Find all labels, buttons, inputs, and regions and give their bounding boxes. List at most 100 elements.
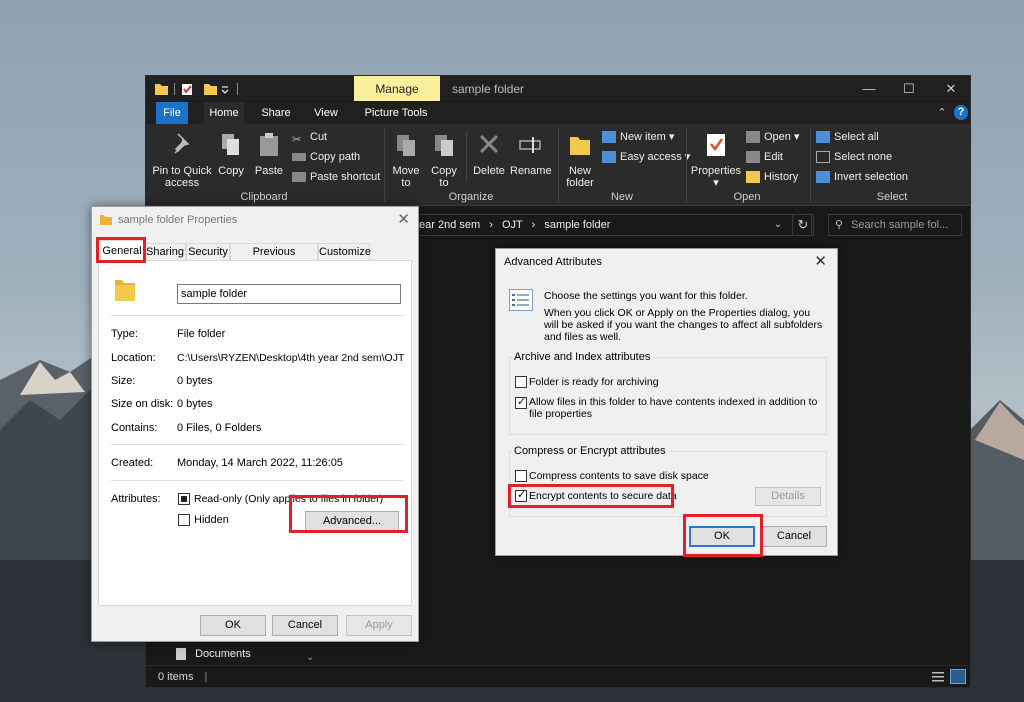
open-button[interactable]: Open ▾ <box>746 128 800 146</box>
new-item-button[interactable]: New item ▾ <box>602 128 674 146</box>
cancel-button[interactable]: Cancel <box>761 526 827 547</box>
ribbon-separator <box>686 128 687 202</box>
folder-icon <box>100 215 112 225</box>
tab-share[interactable]: Share <box>256 102 296 124</box>
new-item-icon <box>602 131 616 144</box>
delete-button[interactable]: Delete <box>472 132 506 177</box>
copy-to-label-1: Copy <box>431 165 457 177</box>
select-none-icon <box>816 151 830 164</box>
search-placeholder: Search sample fol... <box>851 219 949 231</box>
edit-label: Edit <box>764 151 783 163</box>
archiving-checkbox[interactable] <box>515 376 527 388</box>
select-none-button[interactable]: Select none <box>816 148 892 166</box>
paste-label: Paste <box>254 165 284 177</box>
cancel-button[interactable]: Cancel <box>272 615 338 636</box>
ok-button[interactable]: OK <box>200 615 266 636</box>
edit-button[interactable]: Edit <box>746 148 783 166</box>
ribbon-separator <box>558 128 559 202</box>
folder-name-input[interactable]: sample folder <box>177 284 401 304</box>
details-button[interactable]: Details <box>755 487 821 506</box>
easy-access-button[interactable]: Easy access ▾ <box>602 148 690 166</box>
tab-view[interactable]: View <box>306 102 346 124</box>
breadcrumb-ojt[interactable]: OJT <box>502 219 523 231</box>
invert-selection-button[interactable]: Invert selection <box>816 168 908 186</box>
maximize-button[interactable]: ☐ <box>894 78 924 100</box>
history-icon <box>746 171 760 184</box>
rename-button[interactable]: Rename <box>510 132 552 177</box>
paste-shortcut-button[interactable]: Paste shortcut <box>292 168 380 186</box>
new-folder-button[interactable]: New folder <box>562 132 598 189</box>
collapse-ribbon-icon[interactable]: ⌃ <box>936 102 948 124</box>
tab-file[interactable]: File <box>156 102 188 124</box>
properties-button[interactable]: Properties ▾ <box>690 132 742 189</box>
open-icon <box>746 131 760 144</box>
copy-to-button[interactable]: Copy to <box>428 132 460 189</box>
copy-to-icon <box>435 135 453 156</box>
copy-to-label-2: to <box>439 177 449 189</box>
ribbon-separator <box>384 128 385 202</box>
compress-group-title: Compress or Encrypt attributes <box>512 445 668 457</box>
copy-button[interactable]: Copy <box>214 132 248 177</box>
address-bar[interactable]: ear 2nd sem › OJT › sample folder <box>414 214 812 236</box>
select-all-button[interactable]: Select all <box>816 128 879 146</box>
manage-context-tab[interactable]: Manage <box>354 76 440 101</box>
paste-button[interactable]: Paste <box>252 132 286 177</box>
ribbon-separator <box>466 132 467 182</box>
status-bar: 0 items | <box>146 665 970 687</box>
scissors-icon: ✂ <box>292 134 302 147</box>
nav-item-documents[interactable]: Documents <box>176 648 251 661</box>
move-to-button[interactable]: Move to <box>390 132 422 189</box>
hidden-checkbox[interactable] <box>178 514 190 526</box>
indexing-checkbox[interactable] <box>515 395 527 409</box>
breadcrumb-separator-icon: › <box>489 219 493 231</box>
history-button[interactable]: History <box>746 168 798 186</box>
advanced-attributes-dialog: Advanced Attributes ✕ Choose the setting… <box>495 248 838 556</box>
size-on-disk-label: Size on disk: <box>111 398 174 410</box>
tab-security[interactable]: Security <box>186 243 230 260</box>
properties-icon <box>707 134 725 156</box>
large-icons-view-icon[interactable] <box>950 669 966 684</box>
location-label: Location: <box>111 352 156 364</box>
close-window-button[interactable]: ✕ <box>936 78 966 100</box>
paste-shortcut-label: Paste shortcut <box>310 171 381 183</box>
apply-button[interactable]: Apply <box>346 615 412 636</box>
tab-home[interactable]: Home <box>204 102 244 124</box>
minimize-button[interactable]: — <box>854 78 884 100</box>
paste-shortcut-icon <box>292 172 306 183</box>
close-icon[interactable]: ✕ <box>814 252 827 270</box>
tab-picture-tools[interactable]: Picture Tools <box>356 102 436 124</box>
location-value: C:\Users\RYZEN\Desktop\4th year 2nd sem\… <box>177 352 405 364</box>
cut-button[interactable]: ✂ Cut <box>292 128 327 146</box>
highlight-ok-button <box>683 514 763 557</box>
breadcrumb-sample-folder[interactable]: sample folder <box>544 219 610 231</box>
tab-customize[interactable]: Customize <box>318 243 371 260</box>
refresh-icon[interactable]: ↻ <box>792 214 814 236</box>
compress-checkbox[interactable] <box>515 470 527 482</box>
breadcrumb-separator-icon: › <box>531 219 536 231</box>
title-bar: Manage sample folder — ☐ ✕ <box>146 76 970 101</box>
breadcrumb-year[interactable]: ear 2nd sem <box>419 219 480 231</box>
delete-label: Delete <box>473 165 505 177</box>
tab-previous-versions[interactable]: Previous Versions <box>230 243 318 274</box>
nav-scroll-down-icon[interactable]: ⌄ <box>306 652 314 663</box>
select-all-icon <box>816 131 830 144</box>
close-icon[interactable]: ✕ <box>397 210 410 228</box>
move-to-icon <box>397 135 415 156</box>
pin-to-quick-access-button[interactable]: Pin to Quick access <box>152 132 212 189</box>
general-panel: sample folder Type: File folder Location… <box>98 260 412 606</box>
nav-documents-label: Documents <box>195 648 251 660</box>
search-input[interactable]: ⚲ Search sample fol... <box>828 214 962 236</box>
properties-dialog: sample folder Properties ✕ General Shari… <box>91 206 419 642</box>
address-dropdown-icon[interactable]: ⌄ <box>768 214 788 236</box>
new-group-label: New <box>610 191 633 203</box>
quick-access-toolbar[interactable] <box>154 81 244 97</box>
pin-label-1: Pin to Quick <box>152 165 212 177</box>
compress-label: Compress contents to save disk space <box>529 470 709 482</box>
readonly-checkbox[interactable] <box>178 493 190 505</box>
tab-sharing[interactable]: Sharing <box>144 243 186 260</box>
details-view-icon[interactable] <box>930 669 946 684</box>
indexing-label: Allow files in this folder to have conte… <box>529 396 818 420</box>
history-label: History <box>764 171 799 183</box>
copy-path-button[interactable]: Copy path <box>292 148 360 166</box>
help-icon[interactable]: ? <box>954 105 968 120</box>
